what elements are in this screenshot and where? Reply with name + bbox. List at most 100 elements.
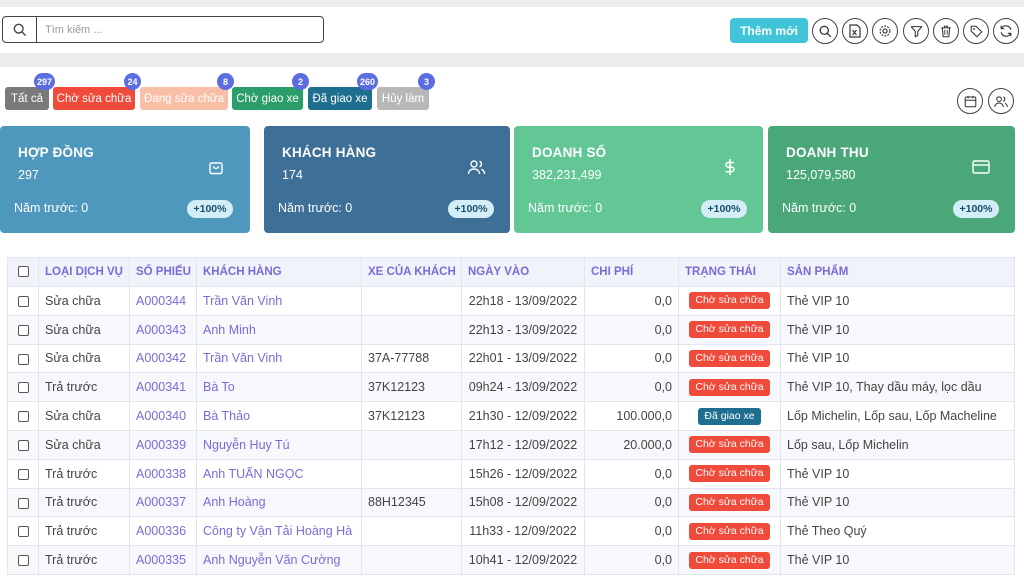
search-box[interactable] [2, 16, 324, 43]
date-in-cell: 22h13 - 13/09/2022 [461, 314, 585, 345]
service-type-cell: Trả trước [38, 487, 130, 518]
products-cell: Thẻ VIP 10 [780, 487, 1015, 518]
row-checkbox[interactable] [7, 429, 39, 460]
customer-link[interactable]: Anh Nguyễn Văn Cường [196, 545, 362, 575]
ticket-number-link[interactable]: A000342 [129, 343, 197, 374]
excel-file-icon[interactable] [842, 18, 868, 44]
table-row[interactable]: Sửa chữa A000339 Nguyễn Huy Tú 17h12 - 12/0… [7, 429, 1015, 460]
search-input[interactable] [37, 17, 323, 42]
cost-cell: 100.000,0 [584, 401, 679, 431]
status-badge: Chờ sửa chữa [689, 493, 770, 511]
column-header-date-in[interactable]: NGÀY VÀO [461, 257, 585, 287]
row-checkbox[interactable] [7, 343, 39, 374]
search-icon[interactable] [3, 17, 37, 42]
row-checkbox[interactable] [7, 401, 39, 431]
customer-link[interactable]: Bà Thảo [196, 401, 362, 431]
customer-link[interactable]: Trần Văn Vinh [196, 286, 362, 316]
table-row[interactable]: Sửa chữa A000343 Anh Minh 22h13 - 13/09/202… [7, 314, 1015, 345]
products-cell: Thẻ VIP 10 [780, 286, 1015, 316]
filter-chip-in-repair[interactable]: Đang sửa chữa 8 [140, 73, 234, 110]
cost-cell: 0,0 [584, 372, 679, 403]
row-checkbox[interactable] [7, 545, 39, 575]
ticket-number-link[interactable]: A000339 [129, 429, 197, 460]
filter-count-badge: 3 [418, 73, 435, 90]
card-previous-year: Năm trước: 0 [278, 201, 353, 215]
search-icon[interactable] [812, 18, 838, 44]
column-header-ticket-number[interactable]: SỐ PHIẾU [129, 257, 197, 287]
row-checkbox[interactable] [7, 487, 39, 518]
column-header-cost[interactable]: CHI PHÍ [584, 257, 679, 287]
customer-link[interactable]: Công ty Vận Tải Hoàng Hà [196, 516, 362, 547]
card-title: KHÁCH HÀNG [282, 145, 377, 160]
date-in-cell: 22h01 - 13/09/2022 [461, 343, 585, 374]
table-row[interactable]: Trả trước A000337 Anh Hoàng 88H12345 15h08 -… [7, 487, 1015, 518]
refresh-icon[interactable] [993, 18, 1019, 44]
card-previous-year: Năm trước: 0 [782, 201, 857, 215]
row-checkbox[interactable] [7, 372, 39, 403]
row-checkbox[interactable] [7, 458, 39, 489]
column-header-customer[interactable]: KHÁCH HÀNG [196, 257, 362, 287]
date-in-cell: 11h33 - 12/09/2022 [461, 516, 585, 547]
ticket-number-link[interactable]: A000338 [129, 458, 197, 489]
customer-link[interactable]: Anh TUẤN NGỌC [196, 458, 362, 489]
table-row[interactable]: Trả trước A000338 Anh TUẤN NGỌC 15h26 - 12/… [7, 458, 1015, 489]
status-badge: Chờ sửa chữa [689, 522, 770, 540]
status-cell: Chờ sửa chữa [678, 487, 781, 518]
row-checkbox[interactable] [7, 286, 39, 316]
status-badge: Chờ sửa chữa [689, 551, 770, 569]
ticket-number-link[interactable]: A000343 [129, 314, 197, 345]
table-row[interactable]: Sửa chữa A000342 Trần Văn Vinh 37A-77788 22h… [7, 343, 1015, 374]
cost-cell: 0,0 [584, 458, 679, 489]
table-row[interactable]: Sửa chữa A000340 Bà Thảo 37K12123 21h30 - 12… [7, 401, 1015, 431]
card-title: DOANH SỐ [532, 145, 607, 160]
vehicle-cell [361, 545, 462, 575]
filter-count-badge: 260 [356, 73, 378, 90]
status-badge: Chờ sửa chữa [689, 349, 770, 367]
column-header-service-type[interactable]: LOẠI DỊCH VỤ [38, 257, 130, 287]
filter-chip-delivered[interactable]: Đã giao xe 260 [308, 73, 378, 110]
add-new-button[interactable]: Thêm mới [730, 18, 808, 43]
customer-link[interactable]: Nguyễn Huy Tú [196, 429, 362, 460]
card-value: 297 [18, 168, 39, 182]
filter-count-badge: 8 [217, 73, 234, 90]
customer-link[interactable]: Anh Minh [196, 314, 362, 345]
customer-link[interactable]: Trần Văn Vinh [196, 343, 362, 374]
customer-link[interactable]: Bà To [196, 372, 362, 403]
column-header-products[interactable]: SẢN PHẨM [780, 257, 1015, 287]
column-header-status[interactable]: TRẠNG THÁI [678, 257, 781, 287]
vehicle-cell [361, 458, 462, 489]
table-row[interactable]: Sửa chữa A000344 Trần Văn Vinh 22h18 - 13/0… [7, 286, 1015, 316]
products-cell: Thẻ VIP 10 [780, 458, 1015, 489]
table-row[interactable]: Trả trước A000336 Công ty Vận Tải Hoàng Hà… [7, 516, 1015, 547]
filter-chip-waiting-delivery[interactable]: Chờ giao xe 2 [232, 73, 309, 110]
tag-icon[interactable] [963, 18, 989, 44]
vehicle-cell [361, 314, 462, 345]
vehicle-cell [361, 429, 462, 460]
status-badge: Chờ sửa chữa [689, 292, 770, 310]
customer-link[interactable]: Anh Hoàng [196, 487, 362, 518]
table-row[interactable]: Trả trước A000341 Bà To 37K12123 09h24 - 13/… [7, 372, 1015, 403]
settings-icon[interactable] [872, 18, 898, 44]
calendar-icon[interactable] [957, 88, 983, 114]
filter-chip-all[interactable]: Tất cả 297 [5, 73, 55, 110]
ticket-number-link[interactable]: A000341 [129, 372, 197, 403]
users-icon[interactable] [988, 88, 1014, 114]
card-change-badge: +100% [953, 200, 999, 218]
filter-icon[interactable] [903, 18, 929, 44]
ticket-number-link[interactable]: A000344 [129, 286, 197, 316]
filter-chip-cancelled[interactable]: Hủy làm 3 [377, 73, 435, 110]
trash-icon[interactable] [933, 18, 959, 44]
ticket-number-link[interactable]: A000336 [129, 516, 197, 547]
vehicle-cell: 37K12123 [361, 372, 462, 403]
ticket-number-link[interactable]: A000337 [129, 487, 197, 518]
ticket-number-link[interactable]: A000335 [129, 545, 197, 575]
table-row[interactable]: Trả trước A000335 Anh Nguyễn Văn Cường 10h4… [7, 545, 1015, 575]
row-checkbox[interactable] [7, 516, 39, 547]
status-badge: Chờ sửa chữa [689, 321, 770, 339]
filter-chip-waiting-repair[interactable]: Chờ sửa chữa 24 [53, 73, 141, 110]
ticket-number-link[interactable]: A000340 [129, 401, 197, 431]
row-checkbox[interactable] [7, 314, 39, 345]
dollar-icon [719, 156, 741, 178]
select-all-checkbox[interactable] [7, 257, 39, 287]
column-header-vehicle[interactable]: XE CỦA KHÁCH [361, 257, 462, 287]
